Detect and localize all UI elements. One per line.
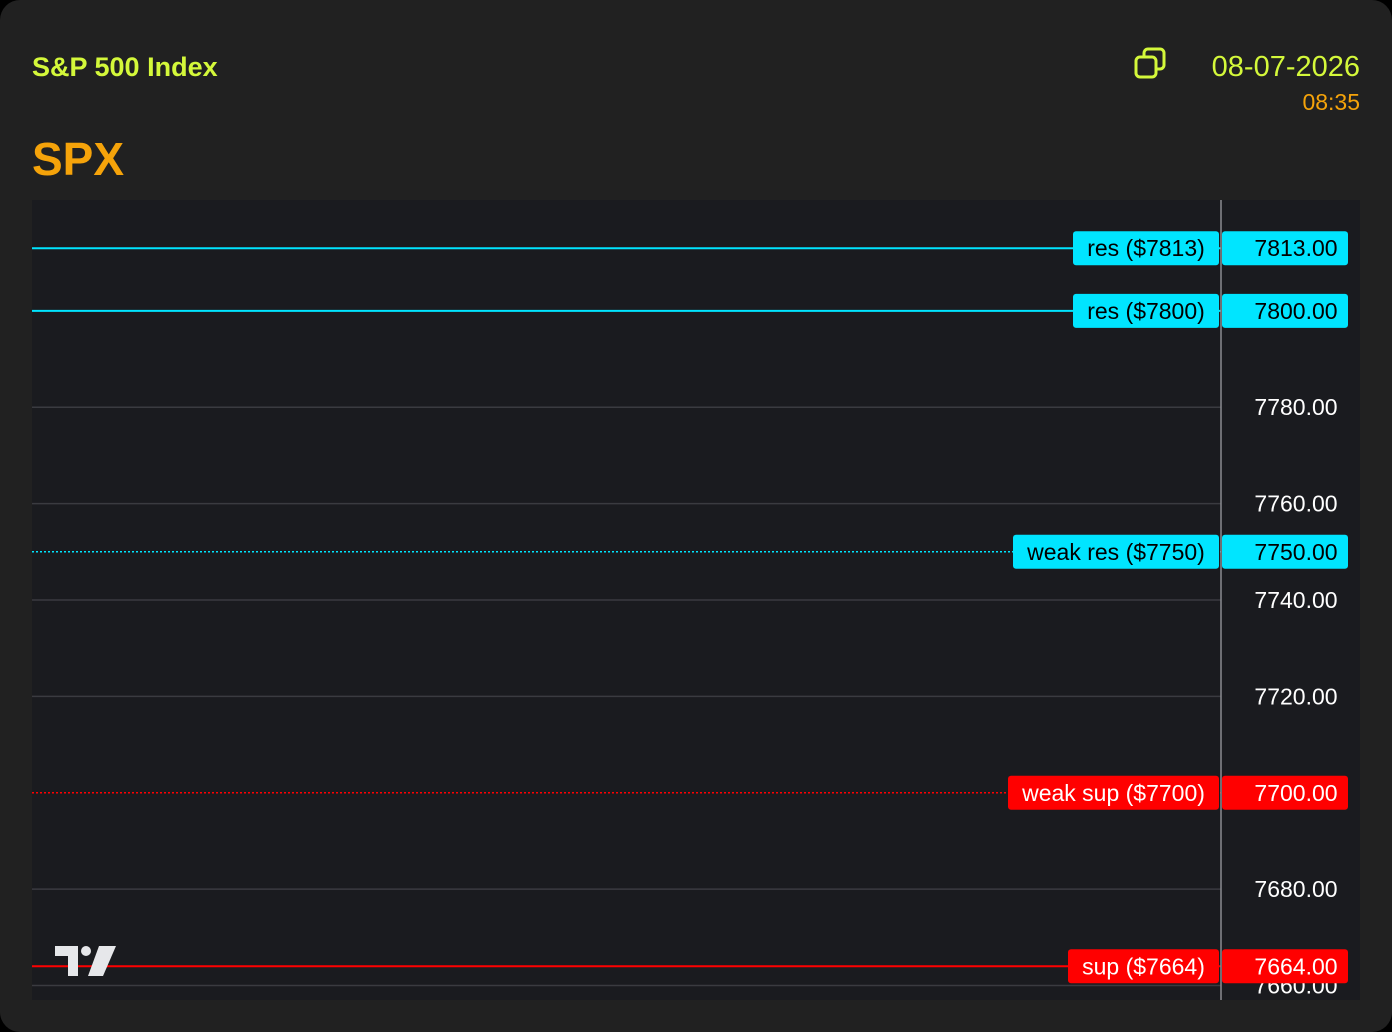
price-tag-label: 7813.00 <box>1254 235 1337 261</box>
price-tag-label: 7664.00 <box>1254 953 1337 979</box>
time-label: 08:35 <box>1302 89 1360 115</box>
price-tag-label: 7800.00 <box>1254 298 1337 324</box>
price-tag-label: 7750.00 <box>1254 539 1337 565</box>
level-name-label: res ($7813) <box>1087 235 1205 261</box>
resistance-level-tag[interactable]: res ($7800) 7800.00 <box>1073 293 1348 328</box>
y-tick-label: 7680.00 <box>1254 876 1337 902</box>
y-tick-label: 7740.00 <box>1254 587 1337 613</box>
tradingview-logo-icon[interactable] <box>55 946 116 976</box>
copy-icon[interactable] <box>1133 46 1167 80</box>
level-name-label: res ($7800) <box>1087 298 1205 324</box>
date-label: 08-07-2026 <box>1211 51 1360 83</box>
level-name-label: sup ($7664) <box>1082 953 1205 979</box>
support-level-tag[interactable]: sup ($7664) 7664.00 <box>1068 949 1348 984</box>
chart-canvas[interactable]: 7660.007680.007720.007740.007760.007780.… <box>32 200 1360 1000</box>
resistance-level-tag[interactable]: weak res ($7750) 7750.00 <box>1013 534 1348 569</box>
resistance-level-tag[interactable]: res ($7813) 7813.00 <box>1073 231 1348 266</box>
price-tag-label: 7700.00 <box>1254 780 1337 806</box>
index-name: S&P 500 Index <box>32 52 218 82</box>
ticker-symbol: SPX <box>32 133 125 185</box>
y-tick-label: 7720.00 <box>1254 683 1337 709</box>
price-levels-card: S&P 500 Index 08-07-2026 08:35 SPX 7660.… <box>0 0 1392 1032</box>
support-level-tag[interactable]: weak sup ($7700) 7700.00 <box>1008 775 1348 810</box>
price-chart[interactable]: 7660.00 7680.00 7720.00 7740.00 7760.00 7780.… <box>32 200 1360 1000</box>
y-tick-label: 7780.00 <box>1254 394 1337 420</box>
level-name-label: weak res ($7750) <box>1026 539 1205 565</box>
y-tick-label: 7760.00 <box>1254 491 1337 517</box>
level-name-label: weak sup ($7700) <box>1021 780 1205 806</box>
